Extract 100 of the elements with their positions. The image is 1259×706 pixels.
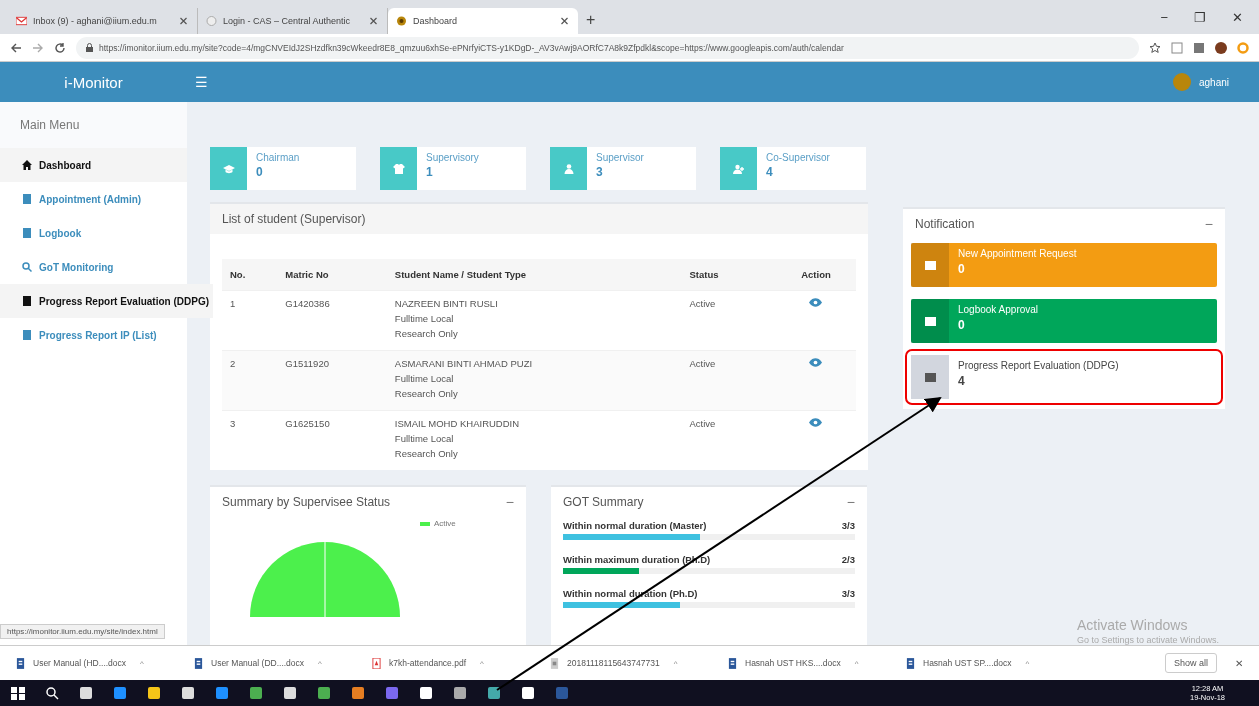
app-icon[interactable]: [112, 685, 128, 701]
profile-icon[interactable]: [1215, 41, 1227, 54]
document-icon: [924, 260, 936, 270]
status-url: https://imonitor.iium.edu.my/site/index.html: [0, 624, 165, 639]
search-icon: [22, 262, 32, 272]
table-cell: Active: [681, 350, 776, 411]
sidebar-item[interactable]: Progress Report Evaluation (DDPG): [0, 284, 214, 318]
home-icon: [22, 160, 32, 170]
close-icon[interactable]: [178, 16, 189, 26]
graduation-cap-icon: [222, 163, 235, 174]
app-icon[interactable]: [146, 685, 162, 701]
page-icon: [206, 16, 217, 26]
activation-hint: Go to Settings to activate Windows.: [1076, 635, 1219, 645]
panel-title: Summary by Supervisee Status: [222, 495, 391, 509]
collapse-button[interactable]: −: [1204, 216, 1213, 232]
table-cell: Active: [681, 410, 776, 470]
table-cell: G1511920: [277, 350, 387, 411]
app-icon[interactable]: [486, 685, 502, 701]
users-icon: [732, 163, 745, 174]
menu-toggle[interactable]: ☰: [195, 74, 208, 90]
notification-count: 0: [958, 318, 966, 332]
file-icon: [550, 657, 559, 669]
download-item[interactable]: Hasnah UST HKS....docx ^: [728, 657, 906, 669]
panel-title: List of student (Supervisor): [222, 212, 366, 226]
app-icon[interactable]: [520, 685, 536, 701]
stat-value: 1: [426, 165, 434, 179]
stat-label: Supervisor: [596, 152, 644, 163]
window-control[interactable]: ✕: [1232, 10, 1243, 25]
progress-reading: 2/3: [841, 554, 855, 565]
app-icon[interactable]: [282, 685, 298, 701]
back-icon[interactable]: [10, 41, 22, 54]
extension-icon[interactable]: [1193, 41, 1205, 54]
document-icon: [194, 657, 203, 669]
panel-title: Notification: [915, 217, 975, 231]
close-button[interactable]: ✕: [1229, 656, 1249, 670]
student-type: Research Only: [394, 448, 459, 459]
download-item[interactable]: 20181118115643747731 ^: [550, 657, 728, 669]
view-icon[interactable]: [809, 418, 823, 427]
app-icon[interactable]: [180, 685, 196, 701]
sidebar-item[interactable]: Logbook: [0, 216, 187, 250]
stat-value: 0: [256, 165, 264, 179]
app-brand[interactable]: i-Monitor: [0, 73, 187, 91]
browser-tab[interactable]: Dashboard: [388, 8, 578, 34]
notification-label: New Appointment Request: [958, 248, 1077, 259]
student-name: ASMARANI BINTI AHMAD PUZI: [394, 358, 534, 369]
download-item[interactable]: User Manual (DD....docx ^: [194, 657, 372, 669]
sidebar-item[interactable]: GoT Monitoring: [0, 250, 187, 284]
activation-title: Activate Windows: [1076, 617, 1189, 633]
notification-label: Logbook Approval: [958, 304, 1039, 315]
notification-count: 4: [958, 374, 966, 388]
windows-logo-icon[interactable]: [10, 685, 26, 701]
emblem-icon: [396, 16, 407, 26]
window-control[interactable]: −: [1160, 10, 1168, 25]
pdf-file-icon: [372, 657, 381, 669]
notification-label: Progress Report Evaluation (DDPG): [958, 360, 1119, 371]
progress-reading: 3/3: [841, 588, 855, 599]
view-icon[interactable]: [809, 358, 823, 367]
app-icon[interactable]: [452, 685, 468, 701]
download-item[interactable]: User Manual (HD....docx ^: [16, 657, 194, 669]
book-icon: [22, 228, 32, 238]
document-icon: [924, 316, 936, 326]
book-icon: [22, 330, 32, 340]
shirt-icon: [392, 163, 405, 174]
app-icon[interactable]: [248, 685, 264, 701]
app-icon[interactable]: [418, 685, 434, 701]
notification-count: 0: [958, 262, 966, 276]
address-bar[interactable]: https://imonitor.iium.edu.my/site?code=4/mgCNVEIdJ2SHzdfkn39cWkeedr8E8_qmzuu6xhSe-ePNrfyiCTS-y1KDgD-_AV3vAwj9AORfC7A8k9Zfpdkl&scope=https://www.googleapis.com/auth/calendar: [76, 36, 1139, 59]
student-type: Research Only: [394, 388, 459, 399]
stat-value: 3: [596, 165, 604, 179]
column-header: Action: [776, 259, 856, 291]
progress-reading: 3/3: [841, 520, 855, 531]
stat-label: Supervisory: [426, 152, 479, 163]
app-icon[interactable]: [78, 685, 94, 701]
sidebar-item[interactable]: Appointment (Admin): [0, 182, 187, 216]
download-item[interactable]: Hasnah UST SP....docx ^: [906, 657, 1084, 669]
close-icon[interactable]: [559, 16, 570, 26]
download-item[interactable]: k7kh-attendance.pdf ^: [372, 657, 550, 669]
app-icon[interactable]: [350, 685, 366, 701]
close-icon[interactable]: [368, 16, 379, 26]
sidebar-item[interactable]: Progress Report IP (List): [0, 318, 187, 352]
star-icon[interactable]: [1149, 41, 1161, 54]
show-all-button[interactable]: Show all: [1164, 653, 1217, 673]
app-icon[interactable]: [214, 685, 230, 701]
app-icon[interactable]: [316, 685, 332, 701]
view-icon[interactable]: [809, 298, 823, 307]
column-header: Matric No: [277, 259, 387, 291]
new-tab-button[interactable]: +: [586, 11, 596, 29]
user-name[interactable]: aghani: [1198, 76, 1229, 88]
document-icon: [906, 657, 915, 669]
collapse-button[interactable]: −: [505, 494, 514, 510]
table-cell: G1625150: [277, 410, 387, 470]
stat-value: 4: [766, 165, 774, 179]
search-icon[interactable]: [44, 685, 60, 701]
sidebar-item[interactable]: Dashboard: [0, 148, 187, 182]
window-control[interactable]: ❐: [1194, 10, 1206, 25]
reload-icon[interactable]: [54, 41, 66, 54]
stat-label: Co-Supervisor: [766, 152, 830, 163]
book-icon: [22, 296, 32, 306]
column-header: No.: [222, 259, 278, 291]
collapse-button[interactable]: −: [846, 494, 855, 510]
